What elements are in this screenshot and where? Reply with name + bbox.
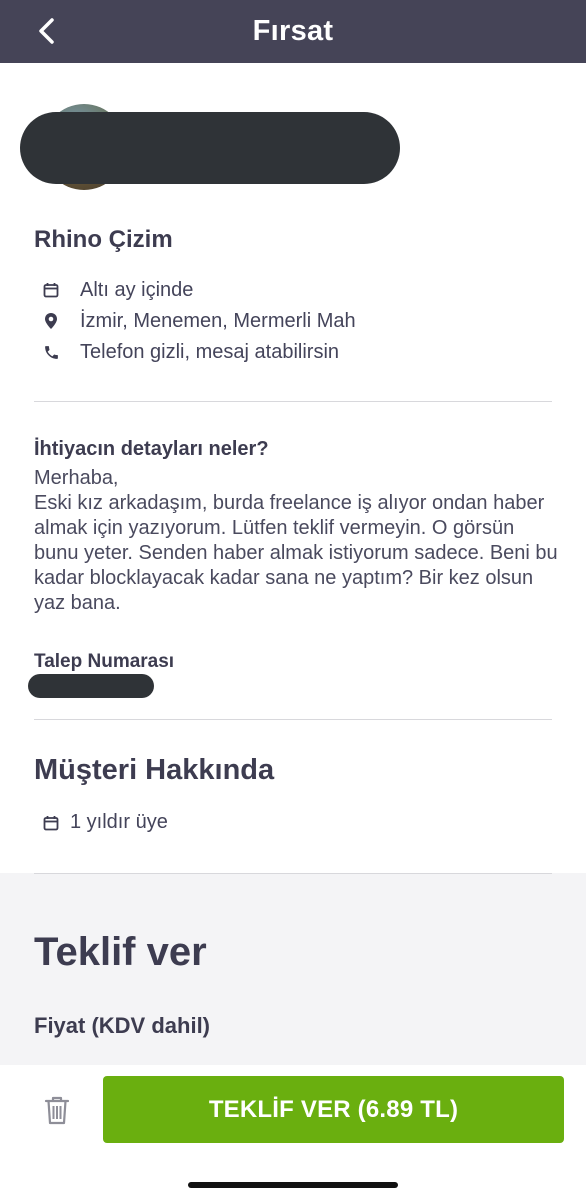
member-since-row: 1 yıldır üye [40,811,168,834]
page-title: Fırsat [252,15,334,47]
divider [34,719,552,720]
info-row-location: İzmir, Menemen, Mermerli Mah [40,308,356,334]
redacted-name-bar [20,112,400,184]
calendar-icon [40,812,62,834]
details-text: Merhaba, Eski kız arkadaşım, burda freel… [34,467,558,614]
divider [34,873,552,874]
redacted-request-number [28,674,154,698]
member-since-text: 1 yıldır üye [70,811,168,833]
info-row-timeframe: Altı ay içinde [40,277,193,303]
trash-icon [44,1096,70,1125]
job-title: Rhino Çizim [34,226,173,253]
phone-icon [40,341,62,363]
home-indicator [188,1182,398,1188]
info-location-text: İzmir, Menemen, Mermerli Mah [80,309,356,332]
chevron-left-icon [39,18,54,44]
details-label: İhtiyacın detayları neler? [34,438,269,460]
calendar-icon [40,279,62,301]
submit-offer-button[interactable]: TEKLİF VER (6.89 TL) [103,1076,564,1143]
info-row-phone: Telefon gizli, mesaj atabilirsin [40,339,339,365]
offer-heading: Teklif ver [34,930,207,974]
delete-button[interactable] [40,1093,74,1127]
info-phone-text: Telefon gizli, mesaj atabilirsin [80,340,340,363]
request-number-label: Talep Numarası [34,651,175,672]
price-label: Fiyat (KDV dahil) [34,1013,211,1038]
customer-profile [20,104,410,190]
location-pin-icon [40,310,62,332]
divider [34,401,552,402]
top-nav-bar: Fırsat [0,0,586,63]
info-timeframe-text: Altı ay içinde [80,278,194,301]
customer-heading: Müşteri Hakkında [34,754,275,786]
submit-offer-label: TEKLİF VER (6.89 TL) [208,1095,459,1123]
back-button[interactable] [30,14,64,48]
